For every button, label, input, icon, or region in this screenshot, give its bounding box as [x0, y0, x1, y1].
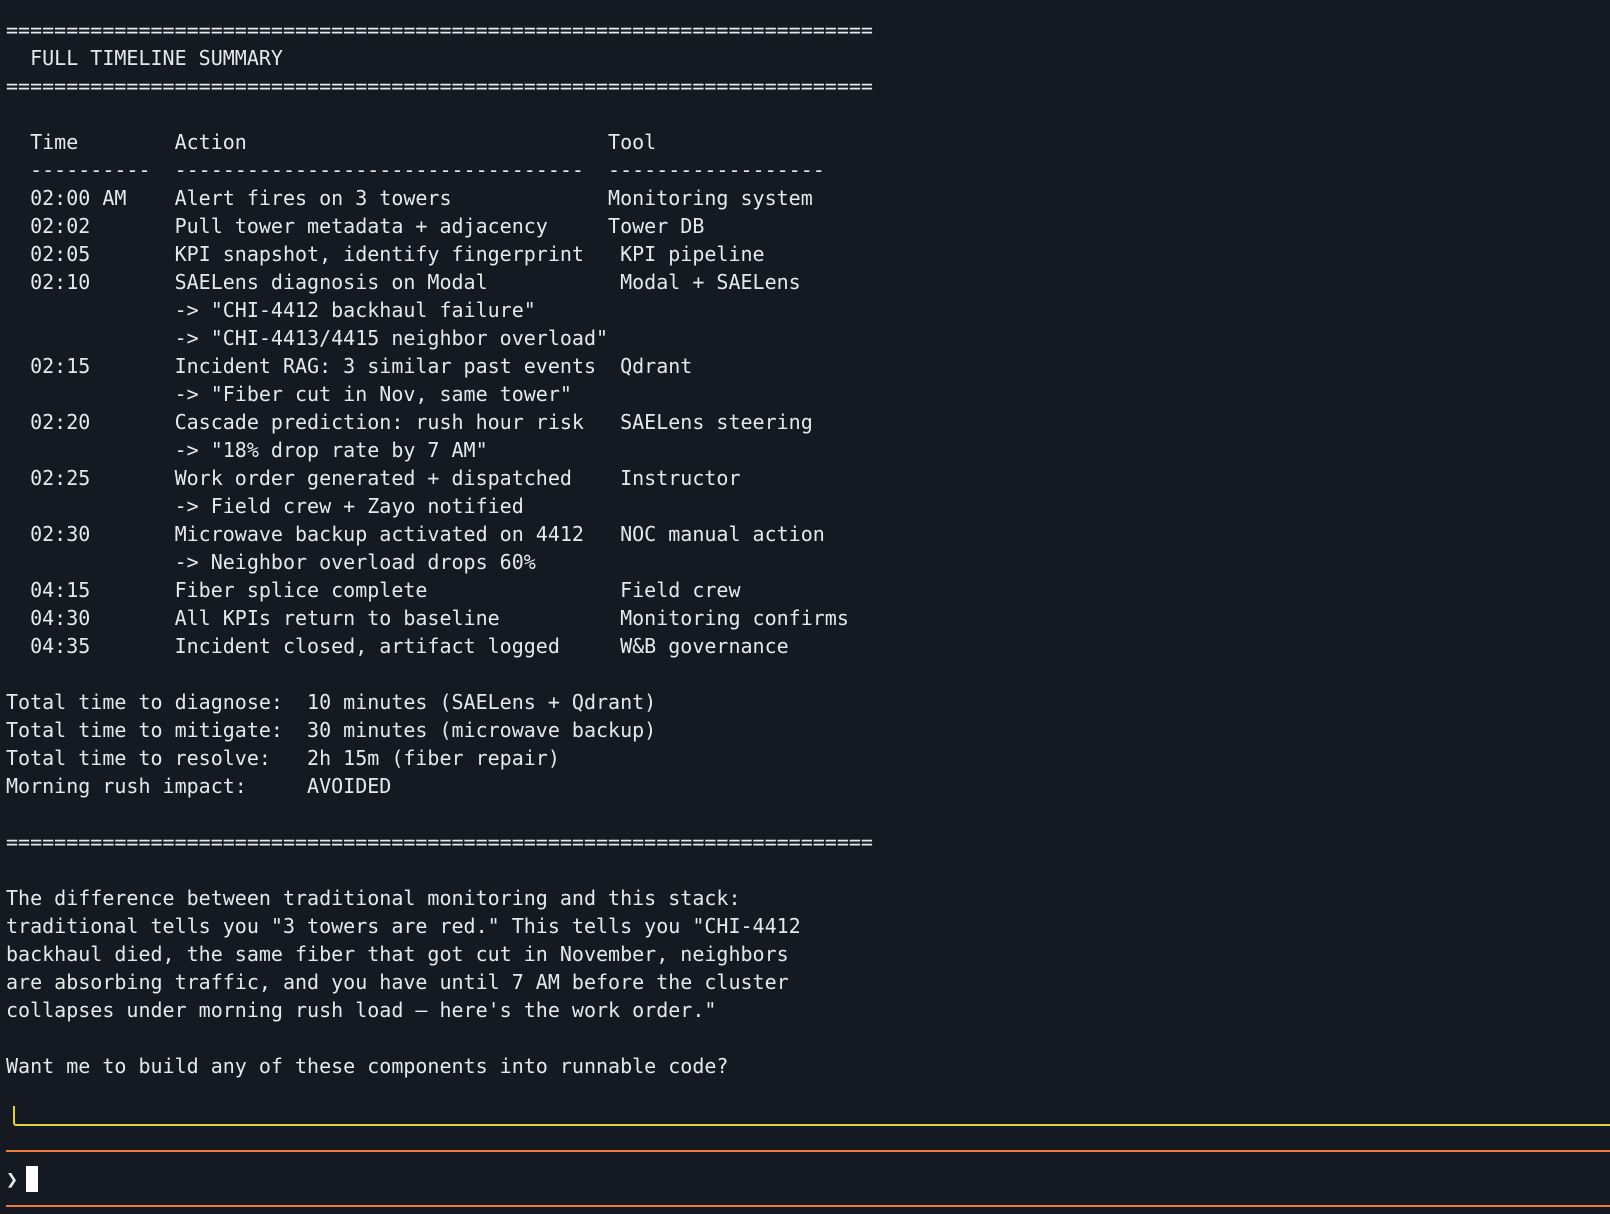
- terminal-line: backhaul died, the same fiber that got c…: [6, 942, 789, 966]
- terminal-line: 02:00 AM Alert fires on 3 towers Monitor…: [6, 186, 813, 210]
- terminal-line: Total time to diagnose: 10 minutes (SAEL…: [6, 690, 657, 714]
- terminal-line: ---------- -----------------------------…: [6, 158, 825, 182]
- terminal-line: 04:15 Fiber splice complete Field crew: [6, 578, 741, 602]
- terminal-line: are absorbing traffic, and you have unti…: [6, 970, 789, 994]
- terminal-line: -> Neighbor overload drops 60%: [6, 550, 536, 574]
- input-rule-top: [6, 1150, 1610, 1152]
- terminal-line: -> "Fiber cut in Nov, same tower": [6, 382, 572, 406]
- terminal-line: -> "CHI-4413/4415 neighbor overload": [6, 326, 609, 350]
- input-rule-bottom: [6, 1205, 1610, 1207]
- terminal-line: 02:30 Microwave backup activated on 4412…: [6, 522, 825, 546]
- terminal-line: collapses under morning rush load — here…: [6, 998, 717, 1022]
- terminal-line: FULL TIMELINE SUMMARY: [6, 46, 283, 70]
- terminal-line: ========================================…: [6, 830, 873, 854]
- terminal-line: -> "18% drop rate by 7 AM": [6, 438, 488, 462]
- terminal-line: -> Field crew + Zayo notified: [6, 494, 524, 518]
- terminal-line: -> "CHI-4412 backhaul failure": [6, 298, 536, 322]
- terminal-line: 02:25 Work order generated + dispatched …: [6, 466, 741, 490]
- output-frame-border: [13, 1106, 1610, 1126]
- terminal-line: 02:10 SAELens diagnosis on Modal Modal +…: [6, 270, 801, 294]
- terminal-line: Total time to mitigate: 30 minutes (micr…: [6, 718, 657, 742]
- terminal-line: Time Action Tool: [6, 130, 657, 154]
- terminal-line: The difference between traditional monit…: [6, 886, 741, 910]
- terminal-line: 02:20 Cascade prediction: rush hour risk…: [6, 410, 813, 434]
- terminal-line: 04:30 All KPIs return to baseline Monito…: [6, 606, 849, 630]
- terminal-line: Total time to resolve: 2h 15m (fiber rep…: [6, 746, 560, 770]
- terminal-line: 02:05 KPI snapshot, identify fingerprint…: [6, 242, 765, 266]
- terminal-line: 02:15 Incident RAG: 3 similar past event…: [6, 354, 693, 378]
- terminal-output: ========================================…: [6, 16, 1606, 1080]
- terminal-line: traditional tells you "3 towers are red.…: [6, 914, 801, 938]
- terminal-line: 04:35 Incident closed, artifact logged W…: [6, 634, 789, 658]
- terminal-line: Want me to build any of these components…: [6, 1054, 729, 1078]
- terminal-line: ========================================…: [6, 18, 873, 42]
- prompt-chevron-icon: ❯: [6, 1167, 19, 1191]
- terminal-line: Morning rush impact: AVOIDED: [6, 774, 392, 798]
- text-cursor: [26, 1166, 39, 1192]
- terminal-line: ========================================…: [6, 74, 873, 98]
- terminal-line: 02:02 Pull tower metadata + adjacency To…: [6, 214, 705, 238]
- prompt-input[interactable]: ❯: [6, 1164, 39, 1194]
